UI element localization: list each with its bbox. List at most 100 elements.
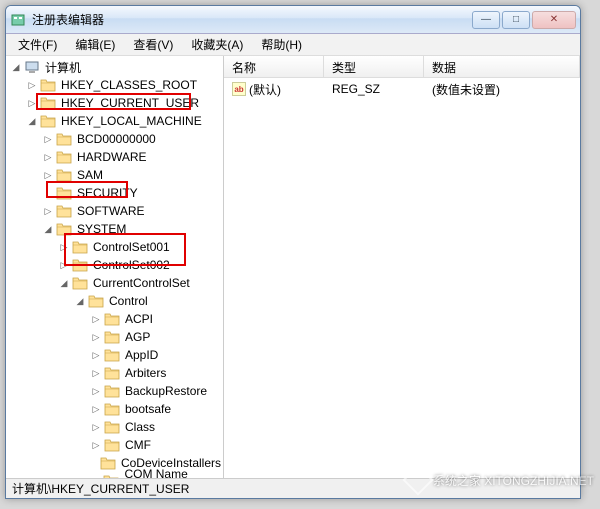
tree-item-label: AppID <box>123 347 160 363</box>
tree-item[interactable]: ▷ ControlSet002 <box>6 256 223 274</box>
menubar: 文件(F) 编辑(E) 查看(V) 收藏夹(A) 帮助(H) <box>6 34 580 56</box>
collapse-icon[interactable]: ◢ <box>58 277 70 289</box>
content-area: ◢ 计算机 ▷ HKEY_CLASSES_ROOT ▷ HKEY_CURRENT_USER… <box>6 56 580 478</box>
expand-icon[interactable]: ▷ <box>90 331 102 343</box>
tree-item-label: HKEY_CLASSES_ROOT <box>59 77 199 93</box>
folder-icon <box>40 96 56 110</box>
folder-icon <box>104 420 120 434</box>
tree-item-label: SOFTWARE <box>75 203 147 219</box>
collapse-icon[interactable]: ◢ <box>26 115 38 127</box>
status-path: 计算机\HKEY_CURRENT_USER <box>12 480 189 497</box>
menu-help[interactable]: 帮助(H) <box>253 34 310 55</box>
tree-item[interactable]: SECURITY <box>6 184 223 202</box>
folder-icon <box>104 438 120 452</box>
column-data[interactable]: 数据 <box>424 56 580 77</box>
expand-icon[interactable]: ▷ <box>42 169 54 181</box>
expand-icon[interactable]: ▷ <box>90 367 102 379</box>
folder-icon <box>72 258 88 272</box>
expand-icon[interactable]: ▷ <box>42 133 54 145</box>
folder-icon <box>56 204 72 218</box>
expand-icon[interactable]: ▷ <box>42 205 54 217</box>
tree-item-label: ACPI <box>123 311 155 327</box>
expand-icon[interactable]: ▷ <box>90 421 102 433</box>
column-name[interactable]: 名称 <box>224 56 324 77</box>
tree-item[interactable]: ▷Class <box>6 418 223 436</box>
app-icon <box>10 12 26 28</box>
tree-item[interactable]: ▷CMF <box>6 436 223 454</box>
tree-item-label: ControlSet002 <box>91 257 172 273</box>
value-list-panel: 名称 类型 数据 ab (默认) REG_SZ (数值未设置) <box>224 56 580 478</box>
tree-item-label: BackupRestore <box>123 383 209 399</box>
expand-icon[interactable]: ▷ <box>26 97 38 109</box>
tree-item[interactable]: ▷ControlSet001 <box>6 238 223 256</box>
expand-icon[interactable]: ▷ <box>90 403 102 415</box>
tree-item[interactable]: ▷ AppID <box>6 346 223 364</box>
expand-icon[interactable]: ▷ <box>90 349 102 361</box>
expand-icon[interactable]: ▷ <box>42 151 54 163</box>
window-controls: — □ ✕ <box>472 11 576 29</box>
regedit-window: 注册表编辑器 — □ ✕ 文件(F) 编辑(E) 查看(V) 收藏夹(A) 帮助… <box>5 5 581 499</box>
tree-item[interactable]: ▷BCD00000000 <box>6 130 223 148</box>
folder-icon <box>72 240 88 254</box>
menu-edit[interactable]: 编辑(E) <box>67 34 123 55</box>
maximize-button[interactable]: □ <box>502 11 530 29</box>
watermark: 系统之家 XITONGZHIJIA.NET <box>407 469 594 491</box>
expand-icon[interactable]: ▷ <box>58 241 70 253</box>
tree-item[interactable]: ◢ CurrentControlSet <box>6 274 223 292</box>
expand-icon[interactable]: ▷ <box>90 385 102 397</box>
close-button[interactable]: ✕ <box>532 11 576 29</box>
folder-icon <box>56 132 72 146</box>
tree-item[interactable]: ◢SYSTEM <box>6 220 223 238</box>
value-name: (默认) <box>249 81 281 98</box>
expand-icon[interactable]: ▷ <box>90 439 102 451</box>
tree-item[interactable]: ▷ SAM <box>6 166 223 184</box>
list-body[interactable]: ab (默认) REG_SZ (数值未设置) <box>224 78 580 478</box>
folder-icon <box>56 186 72 200</box>
tree-item-label: 计算机 <box>43 58 83 77</box>
tree-item[interactable]: ▷Arbiters <box>6 364 223 382</box>
tree-item[interactable]: ▷bootsafe <box>6 400 223 418</box>
window-title: 注册表编辑器 <box>32 11 472 28</box>
tree-item-label: AGP <box>123 329 152 345</box>
tree-item[interactable]: ◢ 计算机 <box>6 58 223 76</box>
tree-item[interactable]: ◢HKEY_LOCAL_MACHINE <box>6 112 223 130</box>
collapse-icon[interactable]: ◢ <box>42 223 54 235</box>
folder-icon <box>88 294 104 308</box>
tree-item[interactable]: ▷ ACPI <box>6 310 223 328</box>
tree-item-label: HARDWARE <box>75 149 149 165</box>
list-row[interactable]: ab (默认) REG_SZ (数值未设置) <box>226 80 578 98</box>
folder-icon <box>104 402 120 416</box>
value-type: REG_SZ <box>326 82 426 96</box>
menu-favorites[interactable]: 收藏夹(A) <box>183 34 251 55</box>
tree-item[interactable]: ▷ BackupRestore <box>6 382 223 400</box>
tree-item[interactable]: ◢ Control <box>6 292 223 310</box>
tree-item-label: CurrentControlSet <box>91 275 192 291</box>
tree-item[interactable]: ▷ HARDWARE <box>6 148 223 166</box>
menu-file[interactable]: 文件(F) <box>10 34 65 55</box>
folder-icon <box>40 114 56 128</box>
tree-item[interactable]: ▷ AGP <box>6 328 223 346</box>
tree-item-label: HKEY_CURRENT_USER <box>59 95 201 111</box>
computer-icon <box>24 60 40 74</box>
tree-item-label: Control <box>107 293 150 309</box>
collapse-icon[interactable]: ◢ <box>74 295 86 307</box>
collapse-icon[interactable]: ◢ <box>10 61 22 73</box>
watermark-text: 系统之家 XITONGZHIJIA.NET <box>433 472 594 489</box>
column-type[interactable]: 类型 <box>324 56 424 77</box>
tree-item[interactable]: ▷ SOFTWARE <box>6 202 223 220</box>
menu-view[interactable]: 查看(V) <box>125 34 181 55</box>
expand-icon[interactable]: ▷ <box>58 259 70 271</box>
tree-item-label: SAM <box>75 167 105 183</box>
registry-tree[interactable]: ◢ 计算机 ▷ HKEY_CLASSES_ROOT ▷ HKEY_CURRENT_USER… <box>6 56 224 478</box>
tree-item[interactable]: ▷ HKEY_CLASSES_ROOT <box>6 76 223 94</box>
value-data: (数值未设置) <box>426 81 578 98</box>
folder-icon <box>100 456 116 470</box>
tree-item[interactable]: ▷ HKEY_CURRENT_USER <box>6 94 223 112</box>
folder-icon <box>104 330 120 344</box>
expand-icon[interactable]: ▷ <box>26 79 38 91</box>
string-value-icon: ab <box>232 82 246 96</box>
folder-icon <box>103 474 119 478</box>
titlebar[interactable]: 注册表编辑器 — □ ✕ <box>6 6 580 34</box>
minimize-button[interactable]: — <box>472 11 500 29</box>
expand-icon[interactable]: ▷ <box>90 313 102 325</box>
